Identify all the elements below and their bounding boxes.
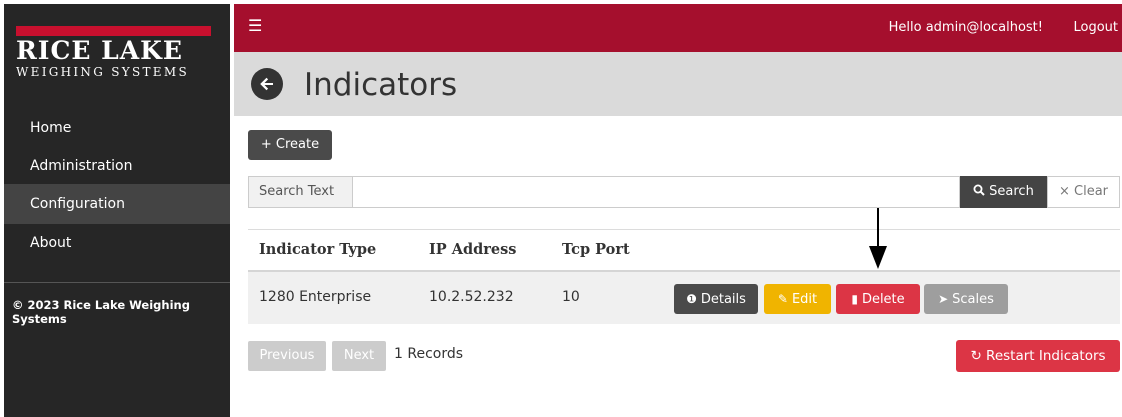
brand-name: RICE LAKE [16, 36, 183, 65]
next-page-button[interactable]: Next [332, 341, 386, 371]
arrow-left-circle-icon[interactable] [251, 68, 283, 100]
edit-button[interactable]: ✎ Edit [764, 284, 831, 314]
delete-button[interactable]: ▮ Delete [836, 284, 920, 314]
trash-icon: ▮ [851, 292, 858, 306]
annotation-arrow-icon [869, 208, 887, 269]
clear-button[interactable]: × Clear [1047, 176, 1120, 208]
copyright-text: © 2023 Rice Lake Weighing Systems [12, 298, 190, 326]
sidebar-item-home[interactable]: Home [4, 108, 230, 148]
search-icon [973, 177, 985, 196]
scales-button[interactable]: ➤ Scales [924, 284, 1008, 314]
column-header-tcp-port[interactable]: Tcp Port [562, 241, 630, 258]
brand-logo: RICE LAKE WEIGHING SYSTEMS [4, 4, 230, 108]
column-header-ip-address[interactable]: IP Address [429, 241, 516, 258]
scales-label: Scales [952, 292, 994, 307]
search-button[interactable]: Search [960, 176, 1047, 208]
previous-page-button[interactable]: Previous [248, 341, 326, 371]
search-label: Search Text [248, 176, 352, 208]
app-window: RICE LAKE WEIGHING SYSTEMS Home Administ… [0, 0, 1122, 417]
page-header: Indicators [234, 52, 1122, 116]
logout-link[interactable]: Logout [1073, 20, 1118, 35]
cell-tcp-port: 10 [562, 289, 580, 305]
brand-tagline: WEIGHING SYSTEMS [16, 65, 189, 79]
restart-label: Restart Indicators [986, 348, 1106, 364]
sidebar-divider [4, 282, 230, 283]
cell-indicator-type: 1280 Enterprise [259, 289, 372, 305]
records-count: 1 Records [394, 346, 464, 362]
sidebar: RICE LAKE WEIGHING SYSTEMS Home Administ… [4, 4, 230, 417]
sidebar-item-configuration[interactable]: Configuration [4, 184, 230, 224]
cell-ip-address: 10.2.52.232 [429, 289, 514, 305]
delete-label: Delete [861, 292, 905, 307]
details-button[interactable]: ❶ Details [674, 284, 758, 314]
arrow-right-circle-icon: ➤ [938, 292, 949, 306]
greeting-text: Hello admin@localhost! [888, 20, 1043, 35]
page-title: Indicators [304, 67, 458, 103]
create-button[interactable]: + Create [248, 130, 332, 160]
logo-red-bar [16, 26, 211, 36]
info-icon: ❶ [686, 292, 697, 306]
sidebar-item-about[interactable]: About [4, 223, 230, 263]
top-header: ☰ Hello admin@localhost! Logout [234, 4, 1122, 52]
restart-indicators-button[interactable]: ↻ Restart Indicators [956, 340, 1120, 372]
details-label: Details [700, 292, 746, 307]
search-button-label: Search [989, 184, 1034, 199]
edit-icon: ✎ [777, 292, 788, 306]
search-input[interactable] [352, 176, 960, 208]
refresh-icon: ↻ [970, 348, 987, 364]
sidebar-item-administration[interactable]: Administration [4, 146, 230, 186]
hamburger-icon[interactable]: ☰ [248, 17, 262, 35]
edit-label: Edit [791, 292, 818, 307]
table-divider [248, 229, 1120, 230]
column-header-indicator-type[interactable]: Indicator Type [259, 241, 376, 258]
